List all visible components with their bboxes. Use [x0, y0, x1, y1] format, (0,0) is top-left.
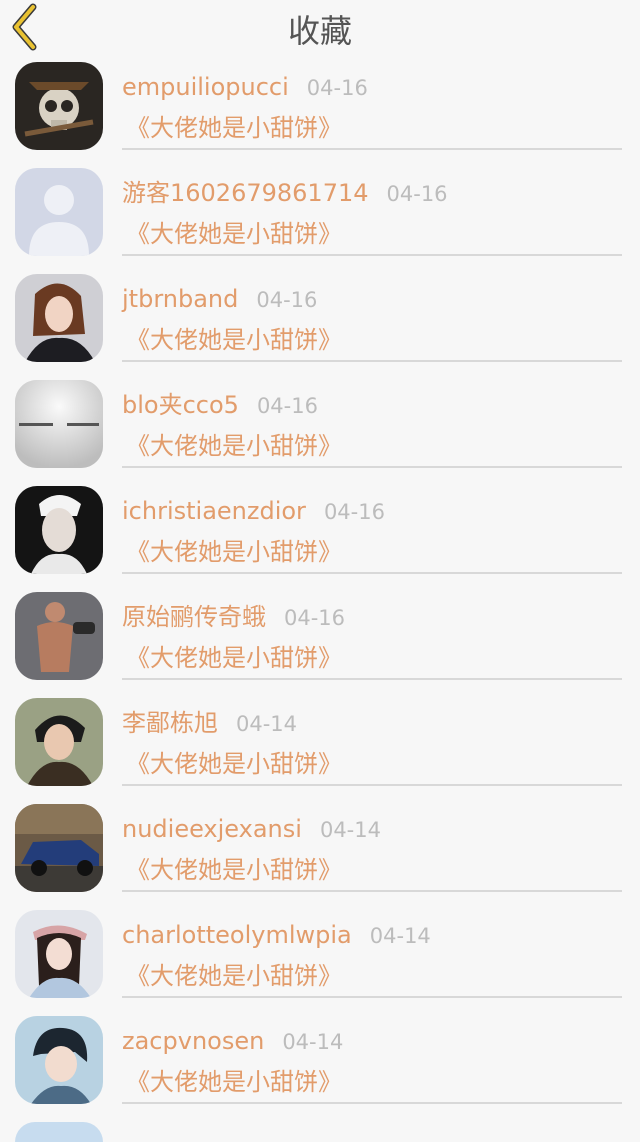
date: 04-16	[306, 76, 368, 100]
avatar[interactable]	[15, 274, 103, 362]
list-item[interactable]: blo夹cco5 04-16 《大佬她是小甜饼》	[0, 372, 640, 478]
book-title[interactable]: 《大佬她是小甜饼》	[126, 958, 342, 994]
avatar[interactable]	[15, 62, 103, 150]
favorite-info: charlotteolymlwpia 04-14 《大佬她是小甜饼》	[122, 902, 622, 998]
list-item[interactable]: zacpvnosen 04-14 《大佬她是小甜饼》	[0, 1008, 640, 1114]
favorite-info: blo夹cco5 04-16 《大佬她是小甜饼》	[122, 372, 622, 468]
username[interactable]: 游客1602679861714	[122, 179, 369, 207]
favorite-info: nudieexjexansi 04-14 《大佬她是小甜饼》	[122, 796, 622, 892]
book-title[interactable]: 《大佬她是小甜饼》	[126, 852, 342, 888]
list-item[interactable]: nudieexjexansi 04-14 《大佬她是小甜饼》	[0, 796, 640, 902]
book-title[interactable]: 《大佬她是小甜饼》	[126, 428, 342, 464]
avatar[interactable]	[15, 380, 103, 468]
list-item[interactable]: charlotteolymlwpia 04-14 《大佬她是小甜饼》	[0, 902, 640, 1008]
top-bar: 收藏	[0, 0, 640, 54]
username[interactable]: empuiliopucci	[122, 73, 289, 101]
date: 04-16	[284, 606, 346, 630]
book-title[interactable]: 《大佬她是小甜饼》	[126, 322, 342, 358]
favorite-info: ichristiaenzdior 04-16 《大佬她是小甜饼》	[122, 478, 622, 574]
list-item[interactable]: 原始鹂传奇蛾 04-16 《大佬她是小甜饼》	[0, 584, 640, 690]
favorites-list: empuiliopucci 04-16 《大佬她是小甜饼》 游客160267986…	[0, 54, 640, 1114]
list-item[interactable]: 李鄙栋旭 04-14 《大佬她是小甜饼》	[0, 690, 640, 796]
username[interactable]: 李鄙栋旭	[122, 709, 218, 737]
date: 04-16	[256, 288, 318, 312]
username[interactable]: blo夹cco5	[122, 391, 239, 419]
username[interactable]: charlotteolymlwpia	[122, 921, 352, 949]
date: 04-16	[256, 394, 318, 418]
list-item[interactable]: ichristiaenzdior 04-16 《大佬她是小甜饼》	[0, 478, 640, 584]
list-item[interactable]: 游客1602679861714 04-16 《大佬她是小甜饼》	[0, 160, 640, 266]
username[interactable]: 原始鹂传奇蛾	[122, 603, 266, 631]
avatar[interactable]	[15, 1016, 103, 1104]
book-title[interactable]: 《大佬她是小甜饼》	[126, 534, 342, 570]
avatar[interactable]	[15, 168, 103, 256]
book-title[interactable]: 《大佬她是小甜饼》	[126, 640, 342, 676]
username[interactable]: jtbrnband	[122, 285, 238, 313]
date: 04-14	[369, 924, 431, 948]
book-title[interactable]: 《大佬她是小甜饼》	[126, 216, 342, 252]
avatar[interactable]	[15, 698, 103, 786]
username[interactable]: ichristiaenzdior	[122, 497, 306, 525]
favorite-info: 原始鹂传奇蛾 04-16 《大佬她是小甜饼》	[122, 584, 622, 680]
date: 04-14	[319, 818, 381, 842]
date: 04-16	[323, 500, 385, 524]
date: 04-14	[282, 1030, 344, 1054]
favorite-info: jtbrnband 04-16 《大佬她是小甜饼》	[122, 266, 622, 362]
username[interactable]: zacpvnosen	[122, 1027, 264, 1055]
favorite-info: empuiliopucci 04-16 《大佬她是小甜饼》	[122, 54, 622, 150]
username[interactable]: nudieexjexansi	[122, 815, 302, 843]
avatar[interactable]	[15, 910, 103, 998]
book-title[interactable]: 《大佬她是小甜饼》	[126, 110, 342, 146]
list-item[interactable]: jtbrnband 04-16 《大佬她是小甜饼》	[0, 266, 640, 372]
date: 04-16	[386, 182, 448, 206]
favorite-info: 李鄙栋旭 04-14 《大佬她是小甜饼》	[122, 690, 622, 786]
favorite-info: 游客1602679861714 04-16 《大佬她是小甜饼》	[122, 160, 622, 256]
avatar[interactable]	[15, 804, 103, 892]
avatar[interactable]	[15, 592, 103, 680]
page-title: 收藏	[287, 12, 352, 50]
avatar[interactable]	[15, 486, 103, 574]
favorite-info: zacpvnosen 04-14 《大佬她是小甜饼》	[122, 1008, 622, 1104]
date: 04-14	[236, 712, 298, 736]
book-title[interactable]: 《大佬她是小甜饼》	[126, 1064, 342, 1100]
avatar[interactable]	[15, 1122, 103, 1142]
book-title[interactable]: 《大佬她是小甜饼》	[126, 746, 342, 782]
list-item[interactable]: empuiliopucci 04-16 《大佬她是小甜饼》	[0, 54, 640, 160]
